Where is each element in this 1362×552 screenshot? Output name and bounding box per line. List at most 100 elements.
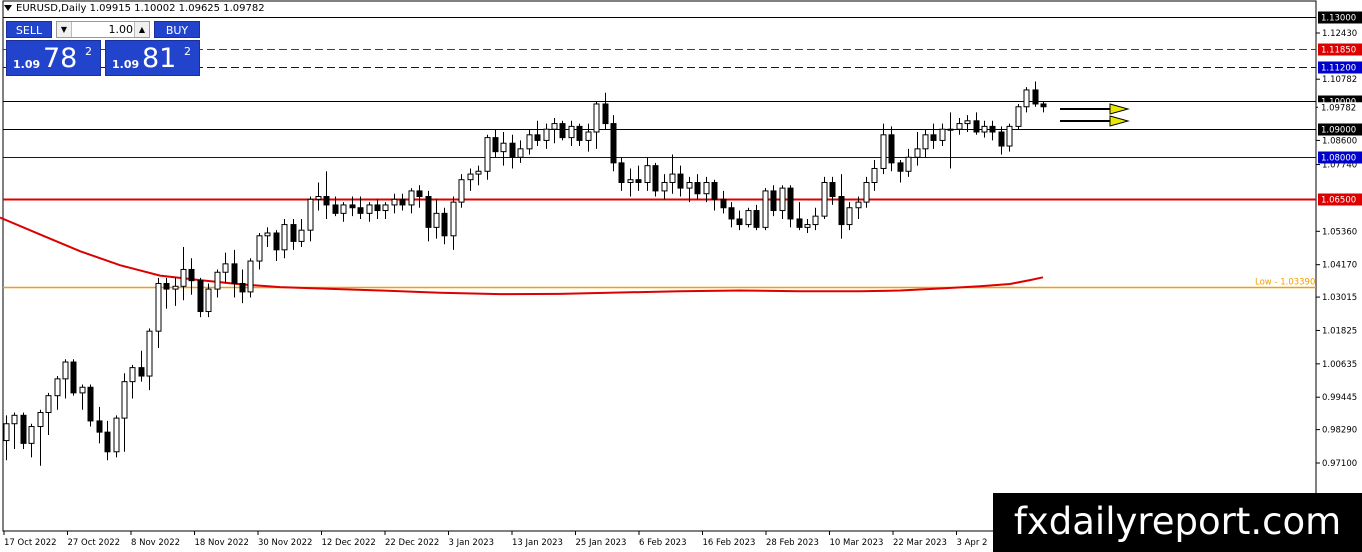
candle-body <box>222 263 229 273</box>
candle-body <box>517 148 524 158</box>
candle-body <box>1032 89 1039 105</box>
candle-body <box>593 103 600 133</box>
lot-size-input[interactable] <box>73 22 135 37</box>
candle-body <box>323 196 330 206</box>
candle-body <box>290 224 297 242</box>
price-tick-label: 1.00635 <box>1322 360 1357 370</box>
time-tick-label: 28 Feb 2023 <box>766 538 819 548</box>
candle-body <box>821 181 828 217</box>
time-tick-label: 22 Mar 2023 <box>893 538 947 548</box>
candle-body <box>956 123 963 130</box>
candle-body <box>197 280 204 313</box>
plot-frame <box>2 0 1317 532</box>
candle-body <box>635 179 642 183</box>
candle-body <box>441 212 448 237</box>
time-tick-label: 12 Dec 2022 <box>322 538 376 548</box>
candle-body <box>694 181 701 195</box>
time-tick-label: 6 Feb 2023 <box>639 538 687 548</box>
candle-body <box>172 285 179 290</box>
candle-body <box>188 268 195 282</box>
sell-button[interactable]: SELL <box>6 21 52 38</box>
candle-body <box>247 260 254 293</box>
price-tick-label: 1.04170 <box>1322 261 1357 271</box>
buy-button[interactable]: BUY <box>154 21 200 38</box>
candle-body <box>779 187 786 212</box>
candle-body <box>989 125 996 133</box>
candle-body <box>897 162 904 172</box>
candle-body <box>939 128 946 141</box>
candle-body <box>1015 106 1022 127</box>
candle-body <box>846 207 853 226</box>
moving-average-line <box>0 216 1044 296</box>
symbol-title: EURUSD,Daily 1.09915 1.10002 1.09625 1.0… <box>4 3 265 14</box>
time-tick-label: 3 Apr 2 <box>957 538 988 548</box>
lot-decrease-icon[interactable]: ▼ <box>57 22 72 37</box>
symbol-title-text: EURUSD,Daily 1.09915 1.10002 1.09625 1.0… <box>16 3 265 14</box>
price-tick-label: 0.98290 <box>1322 426 1357 436</box>
lot-size-stepper[interactable]: ▼ ▲ <box>56 21 150 38</box>
candle-body <box>998 131 1005 147</box>
price-tick-label: 0.97100 <box>1322 459 1357 469</box>
watermark: fxdailyreport.com <box>993 493 1362 552</box>
candle-body <box>256 235 263 262</box>
candle-body <box>475 170 482 175</box>
candle-body <box>425 196 432 228</box>
buy-price-box[interactable]: 1.09 81 2 <box>105 40 200 76</box>
candle-body <box>96 420 103 433</box>
price-chart[interactable]: 1.124301.107821.097821.086001.077401.053… <box>0 0 1362 552</box>
current-price-label: 1.09782 <box>1321 103 1356 113</box>
candle-body <box>686 181 693 189</box>
candle-body <box>163 282 170 290</box>
candle-body <box>155 282 162 332</box>
sell-price-big: 78 <box>43 43 78 74</box>
symbol-menu-icon[interactable] <box>4 5 12 11</box>
price-tick-label: 1.12430 <box>1322 29 1357 39</box>
candle-body <box>787 187 794 220</box>
candle-body <box>585 131 592 141</box>
candle-body <box>543 128 550 141</box>
candle-body <box>762 190 769 228</box>
candle-body <box>138 367 145 377</box>
candle-body <box>964 120 971 125</box>
buy-price-sup: 2 <box>184 45 191 58</box>
time-tick-label: 3 Jan 2023 <box>449 538 495 548</box>
candle-body <box>180 268 187 287</box>
candle-body <box>54 378 61 397</box>
candle-body <box>382 204 389 212</box>
time-tick-label: 25 Jan 2023 <box>576 538 627 548</box>
candle-body <box>871 167 878 183</box>
candle-body <box>627 179 634 183</box>
candle-body <box>576 125 583 141</box>
candle-body <box>129 367 136 383</box>
candle-body <box>366 204 373 214</box>
level-label: Low - 1.03390 <box>1255 278 1315 288</box>
sell-price-sup: 2 <box>85 45 92 58</box>
candle-body <box>652 165 659 192</box>
lot-increase-icon[interactable]: ▲ <box>134 22 149 37</box>
price-tick-label: 1.03015 <box>1322 293 1357 303</box>
price-tick-label: 1.10782 <box>1322 75 1357 85</box>
candle-body <box>703 181 710 195</box>
candle-body <box>880 134 887 169</box>
price-tag-label: 1.06500 <box>1321 196 1356 206</box>
candle-body <box>45 395 52 414</box>
candle-body <box>677 173 684 189</box>
candle-body <box>349 204 356 209</box>
candle-body <box>357 207 364 214</box>
time-tick-label: 27 Oct 2022 <box>68 538 121 548</box>
candle-body <box>450 201 457 237</box>
candle-body <box>534 134 541 141</box>
candle-body <box>526 134 533 150</box>
candle-body <box>1006 125 1013 147</box>
candle-body <box>281 224 288 251</box>
candle-body <box>214 271 221 290</box>
candle-body <box>509 142 516 158</box>
candle-body <box>618 162 625 183</box>
time-tick-label: 22 Dec 2022 <box>385 538 439 548</box>
sell-price-box[interactable]: 1.09 78 2 <box>6 40 101 76</box>
time-tick-label: 18 Nov 2022 <box>195 538 249 548</box>
candle-body <box>610 123 617 164</box>
candle-body <box>146 330 153 377</box>
price-tag-label: 1.13000 <box>1321 14 1356 24</box>
candle-body <box>863 181 870 203</box>
